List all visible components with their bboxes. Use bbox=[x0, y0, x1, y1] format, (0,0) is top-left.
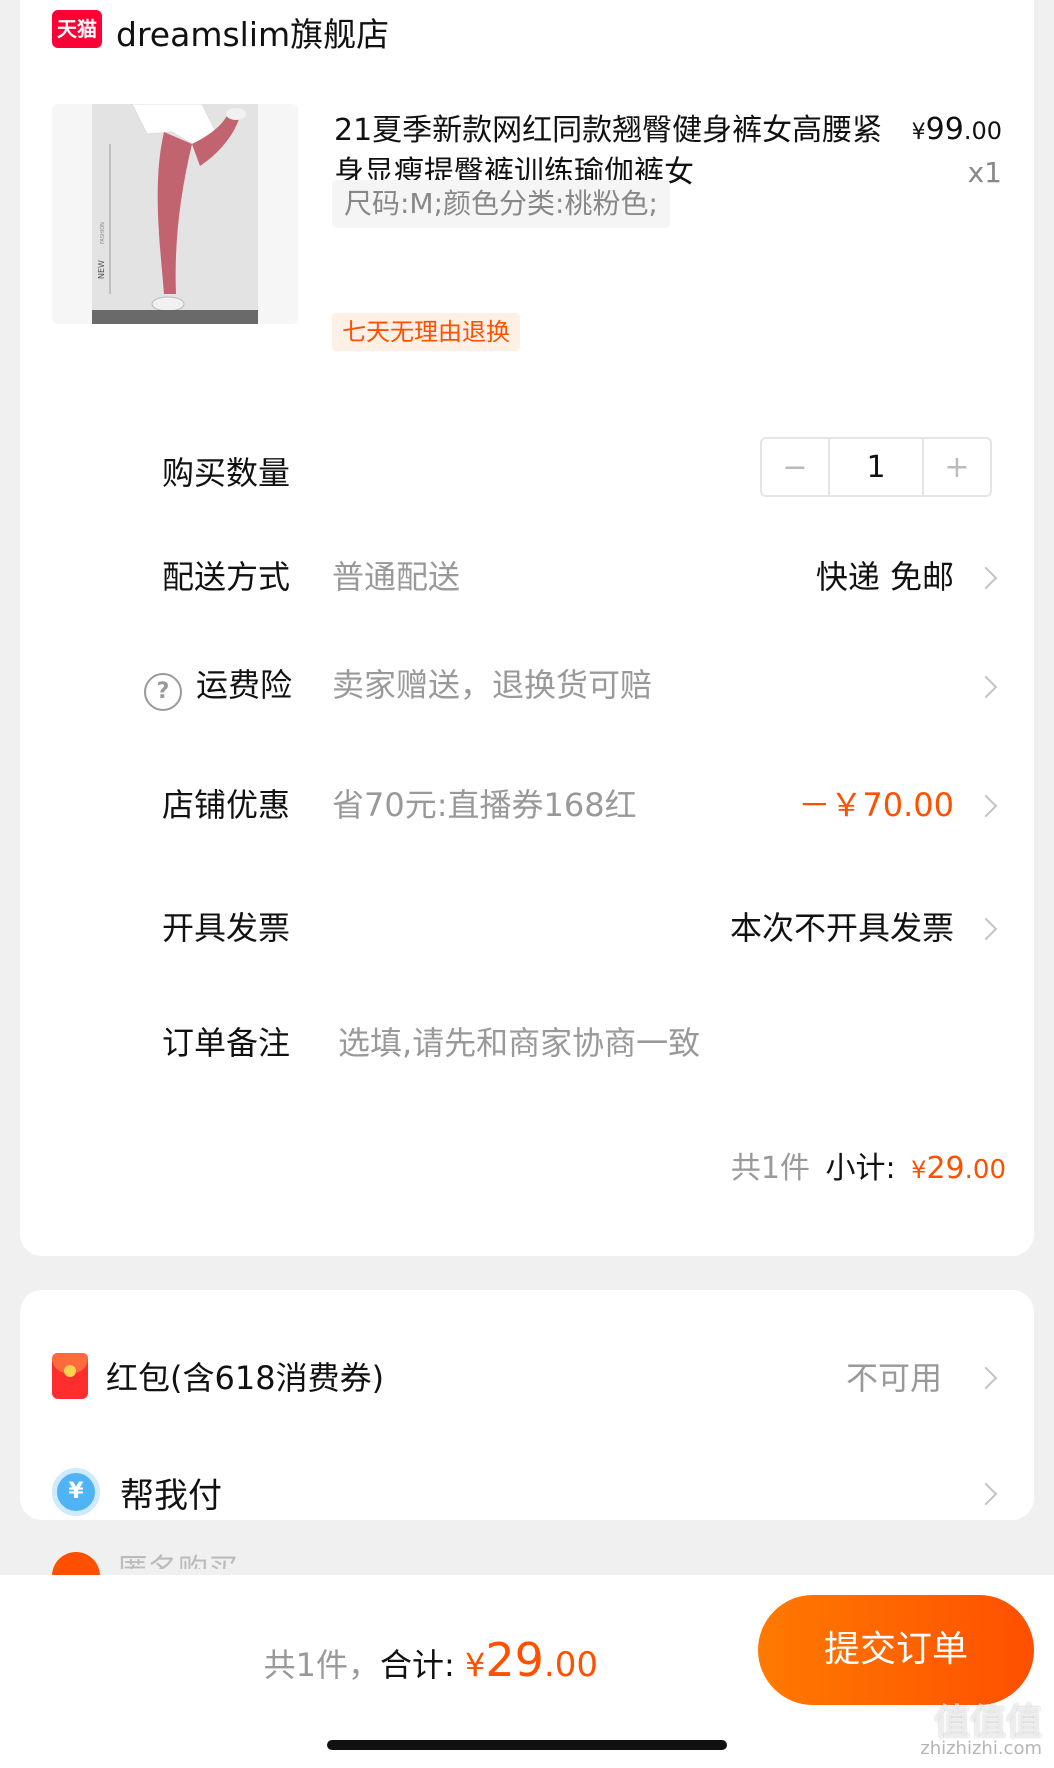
increase-button[interactable]: + bbox=[924, 439, 990, 495]
discount-label: 店铺优惠 bbox=[162, 786, 291, 824]
return-policy-badge: 七天无理由退换 bbox=[332, 313, 520, 351]
red-packet-status: 不可用 bbox=[845, 1359, 942, 1397]
anonymous-purchase-label[interactable]: 匿名购买 bbox=[118, 1545, 238, 1569]
sku-tag[interactable]: 尺码:M;颜色分类:桃粉色; bbox=[332, 180, 670, 228]
quantity-stepper[interactable]: − 1 + bbox=[760, 437, 992, 497]
yuan-coin-icon: ¥ bbox=[52, 1468, 100, 1516]
decrease-button[interactable]: − bbox=[762, 439, 828, 495]
red-packet-label[interactable]: 红包(含618消费券) bbox=[106, 1353, 384, 1399]
home-indicator[interactable] bbox=[327, 1740, 727, 1750]
note-label: 订单备注 bbox=[162, 1024, 291, 1062]
chevron-right-icon[interactable] bbox=[974, 675, 998, 699]
insurance-desc: 卖家赠送，退换货可赔 bbox=[332, 666, 653, 704]
red-packet-icon bbox=[52, 1353, 88, 1399]
chevron-right-icon[interactable] bbox=[974, 794, 998, 818]
discount-value[interactable]: －￥70.00 bbox=[798, 780, 954, 826]
chevron-right-icon[interactable] bbox=[974, 917, 998, 941]
fashion-label: FASHION bbox=[100, 222, 106, 244]
product-quantity: x1 bbox=[967, 156, 1002, 189]
delivery-method: 普通配送 bbox=[332, 558, 461, 596]
new-label: NEW bbox=[97, 260, 106, 279]
chevron-right-icon[interactable] bbox=[974, 1482, 998, 1506]
submit-order-button[interactable]: 提交订单 bbox=[758, 1595, 1034, 1705]
benefits-card: 红包(含618消费券) 不可用 ¥ 帮我付 bbox=[20, 1290, 1034, 1520]
chevron-right-icon[interactable] bbox=[974, 566, 998, 590]
discount-desc: 省70元:直播券168红 bbox=[332, 786, 637, 824]
invoice-value[interactable]: 本次不开具发票 bbox=[730, 903, 954, 949]
delivery-value[interactable]: 快递 免邮 bbox=[816, 552, 954, 598]
checkout-bar: 共1件，合计: ¥29.00 提交订单 值值值 zhizhizhi.com bbox=[0, 1575, 1054, 1768]
help-icon[interactable]: ? bbox=[144, 673, 182, 711]
product-photo: NEW FASHION bbox=[52, 104, 298, 324]
subtotal: 共1件 小计: ¥29.00 bbox=[730, 1151, 1006, 1186]
quantity-label: 购买数量 bbox=[162, 454, 291, 492]
chevron-right-icon[interactable] bbox=[974, 1366, 998, 1390]
quantity-value[interactable]: 1 bbox=[828, 439, 924, 495]
invoice-label: 开具发票 bbox=[162, 909, 291, 947]
store-order-card: 天猫 dreamslim旗舰店 NEW FASHION 21夏季新款网红同款翘臀… bbox=[20, 0, 1034, 1256]
product-image[interactable]: NEW FASHION bbox=[52, 104, 298, 324]
order-note-input[interactable]: 选填,请先和商家协商一致 bbox=[338, 1018, 700, 1064]
store-name[interactable]: dreamslim旗舰店 bbox=[116, 8, 389, 56]
watermark-url: zhizhizhi.com bbox=[920, 1738, 1042, 1759]
pay-for-me-label[interactable]: 帮我付 bbox=[120, 1468, 222, 1517]
tmall-logo-icon: 天猫 bbox=[52, 10, 102, 48]
product-price: ¥99.00 bbox=[911, 112, 1002, 147]
order-total: 共1件，合计: ¥29.00 bbox=[263, 1633, 598, 1687]
insurance-label: 运费险 bbox=[196, 666, 293, 704]
delivery-label: 配送方式 bbox=[162, 558, 291, 596]
